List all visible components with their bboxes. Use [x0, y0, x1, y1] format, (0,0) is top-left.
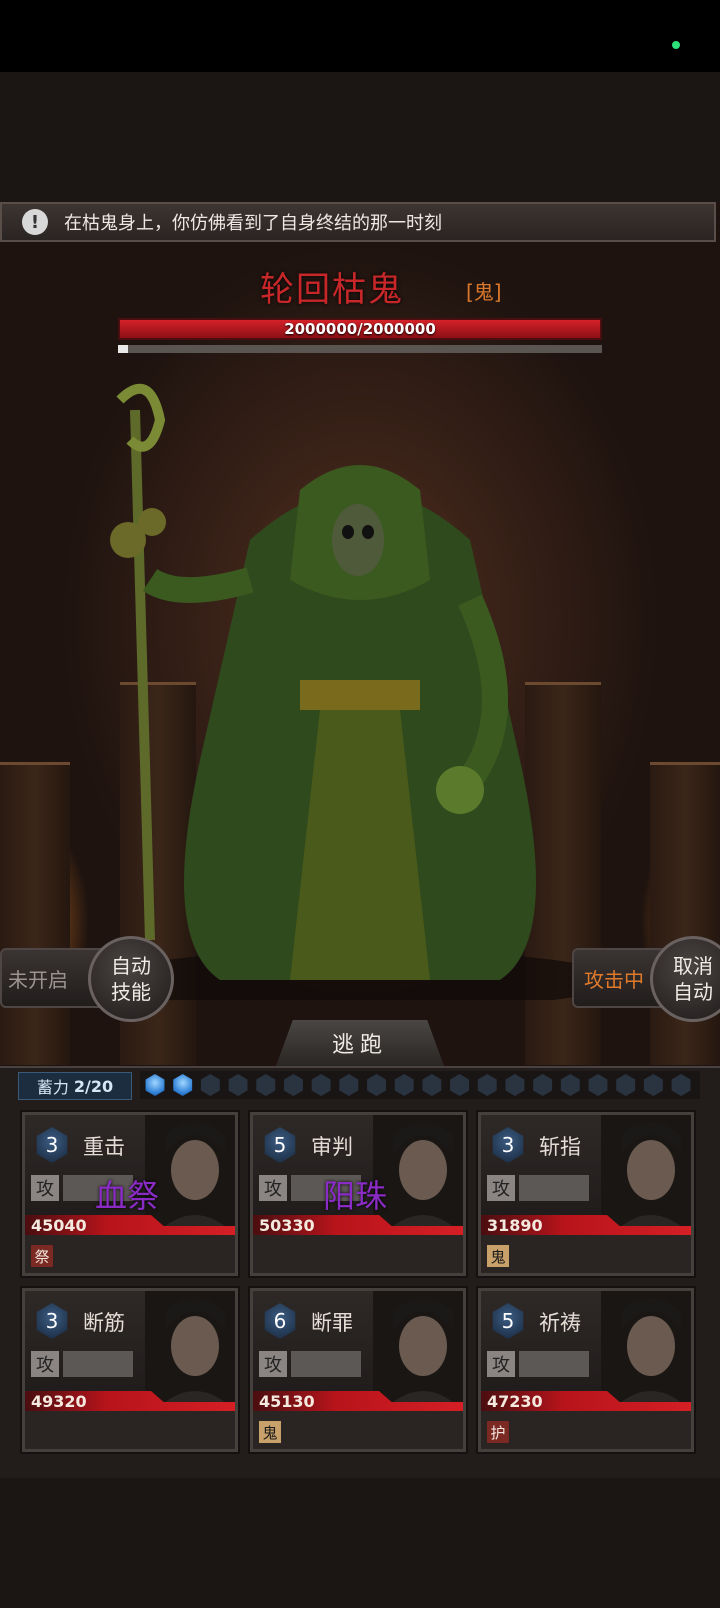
- hero-tag: 祭: [31, 1245, 53, 1267]
- hero-portrait: [601, 1291, 691, 1411]
- hero-hp-value: 45040: [31, 1216, 87, 1235]
- charge-gem-icon: [394, 1074, 414, 1096]
- hero-overlay-text: 血祭: [95, 1177, 160, 1215]
- charge-gem-icon: [616, 1074, 636, 1096]
- hero-card-top: 5 祈祷 攻 47230: [481, 1291, 691, 1411]
- hero-skill-name: 斩指: [539, 1135, 581, 1159]
- hero-card[interactable]: 6 断罪 攻 45130 鬼: [248, 1286, 468, 1454]
- hero-portrait: [373, 1291, 463, 1411]
- hero-card[interactable]: 5 审判 攻 阳珠 50330: [248, 1110, 468, 1278]
- hero-tag: 护: [487, 1421, 509, 1443]
- hero-card-top: 6 断罪 攻 45130: [253, 1291, 463, 1411]
- hero-level-badge: 3: [36, 1127, 68, 1163]
- hero-card[interactable]: 3 断筋 攻 49320: [20, 1286, 240, 1454]
- attack-bar: [291, 1351, 361, 1377]
- boss-hp-bar: 2000000/2000000: [118, 318, 602, 340]
- attack-bar: [63, 1351, 133, 1377]
- hero-level-badge: 5: [264, 1127, 296, 1163]
- attack-badge: 攻: [487, 1351, 515, 1377]
- boss-type-tag: [鬼]: [466, 280, 502, 304]
- attack-bar: [519, 1351, 589, 1377]
- status-bar: [0, 0, 720, 72]
- notice-banner: ! 在枯鬼身上，你仿佛看到了自身终结的那一时刻: [0, 202, 716, 242]
- boss-name: 轮回枯鬼: [260, 270, 404, 310]
- boss-hp-text: 2000000/2000000: [284, 320, 436, 338]
- charge-gems: [140, 1071, 700, 1099]
- attack-bar: [519, 1175, 589, 1201]
- hero-skill-name: 断筋: [83, 1311, 125, 1335]
- hero-hp-value: 31890: [487, 1216, 543, 1235]
- hero-skill-name: 重击: [83, 1135, 125, 1159]
- flee-button[interactable]: 逃跑: [276, 1020, 444, 1066]
- hero-skill-name: 祈祷: [539, 1311, 581, 1335]
- charge-gem-icon: [311, 1074, 331, 1096]
- charge-gem-icon: [560, 1074, 580, 1096]
- charge-gem-icon: [505, 1074, 525, 1096]
- notice-text: 在枯鬼身上，你仿佛看到了自身终结的那一时刻: [64, 213, 442, 234]
- attack-badge: 攻: [259, 1351, 287, 1377]
- hero-level-badge: 3: [492, 1127, 524, 1163]
- charge-gem-icon: [450, 1074, 470, 1096]
- hero-card-top: 3 重击 攻 血祭 45040: [25, 1115, 235, 1235]
- attack-badge: 攻: [487, 1175, 515, 1201]
- charge-gem-icon: [200, 1074, 220, 1096]
- charge-gem-icon: [671, 1074, 691, 1096]
- charge-gem-icon: [339, 1074, 359, 1096]
- hero-card-top: 5 审判 攻 阳珠 50330: [253, 1115, 463, 1235]
- hero-overlay-text: 阳珠: [323, 1177, 388, 1215]
- charge-gem-icon: [588, 1074, 608, 1096]
- hero-hp-value: 50330: [259, 1216, 315, 1235]
- charge-label: 蓄力 2/20: [18, 1072, 132, 1100]
- charge-gem-icon: [145, 1074, 165, 1096]
- hero-level-badge: 3: [36, 1303, 68, 1339]
- charge-gem-icon: [422, 1074, 442, 1096]
- charge-gem-icon: [173, 1074, 193, 1096]
- hero-hp-value: 47230: [487, 1392, 543, 1411]
- bottom-blank: [0, 1478, 720, 1608]
- hero-tag: 鬼: [487, 1245, 509, 1267]
- hero-card[interactable]: 3 斩指 攻 31890 鬼: [476, 1110, 696, 1278]
- notification-dot-icon: [672, 41, 680, 49]
- hero-skill-name: 审判: [311, 1135, 353, 1159]
- hero-level-badge: 6: [264, 1303, 296, 1339]
- hero-level-badge: 5: [492, 1303, 524, 1339]
- auto-skill-label: 自动 技能: [111, 954, 151, 1004]
- hero-hp-value: 49320: [31, 1392, 87, 1411]
- hero-skill-name: 断罪: [311, 1311, 353, 1335]
- exclamation-icon: !: [22, 209, 48, 235]
- charge-prefix: 蓄力: [36, 1078, 69, 1097]
- boss-secondary-bar: [118, 345, 602, 353]
- attack-badge: 攻: [31, 1175, 59, 1201]
- hero-portrait: [601, 1115, 691, 1235]
- hero-card-top: 3 斩指 攻 31890: [481, 1115, 691, 1235]
- hero-card-top: 3 断筋 攻 49320: [25, 1291, 235, 1411]
- charge-gem-icon: [228, 1074, 248, 1096]
- charge-gem-icon: [367, 1074, 386, 1096]
- hero-hp-value: 45130: [259, 1392, 315, 1411]
- auto-skill-button[interactable]: 自动 技能: [88, 936, 174, 1022]
- cancel-auto-label: 取消 自动: [673, 954, 713, 1004]
- hero-portrait: [145, 1291, 235, 1411]
- charge-gem-icon: [533, 1074, 553, 1096]
- charge-gem-icon: [643, 1074, 663, 1096]
- charge-gem-icon: [283, 1074, 303, 1096]
- attack-badge: 攻: [31, 1351, 59, 1377]
- hero-tag: 鬼: [259, 1421, 281, 1443]
- hero-card[interactable]: 5 祈祷 攻 47230 护: [476, 1286, 696, 1454]
- top-blank: [0, 72, 720, 202]
- hero-card[interactable]: 3 重击 攻 血祭 45040 祭: [20, 1110, 240, 1278]
- charge-gem-icon: [477, 1074, 497, 1096]
- attack-badge: 攻: [259, 1175, 287, 1201]
- boss-figure[interactable]: [0, 380, 720, 1000]
- charge-value: 2/20: [73, 1076, 114, 1096]
- charge-gem-icon: [256, 1074, 276, 1096]
